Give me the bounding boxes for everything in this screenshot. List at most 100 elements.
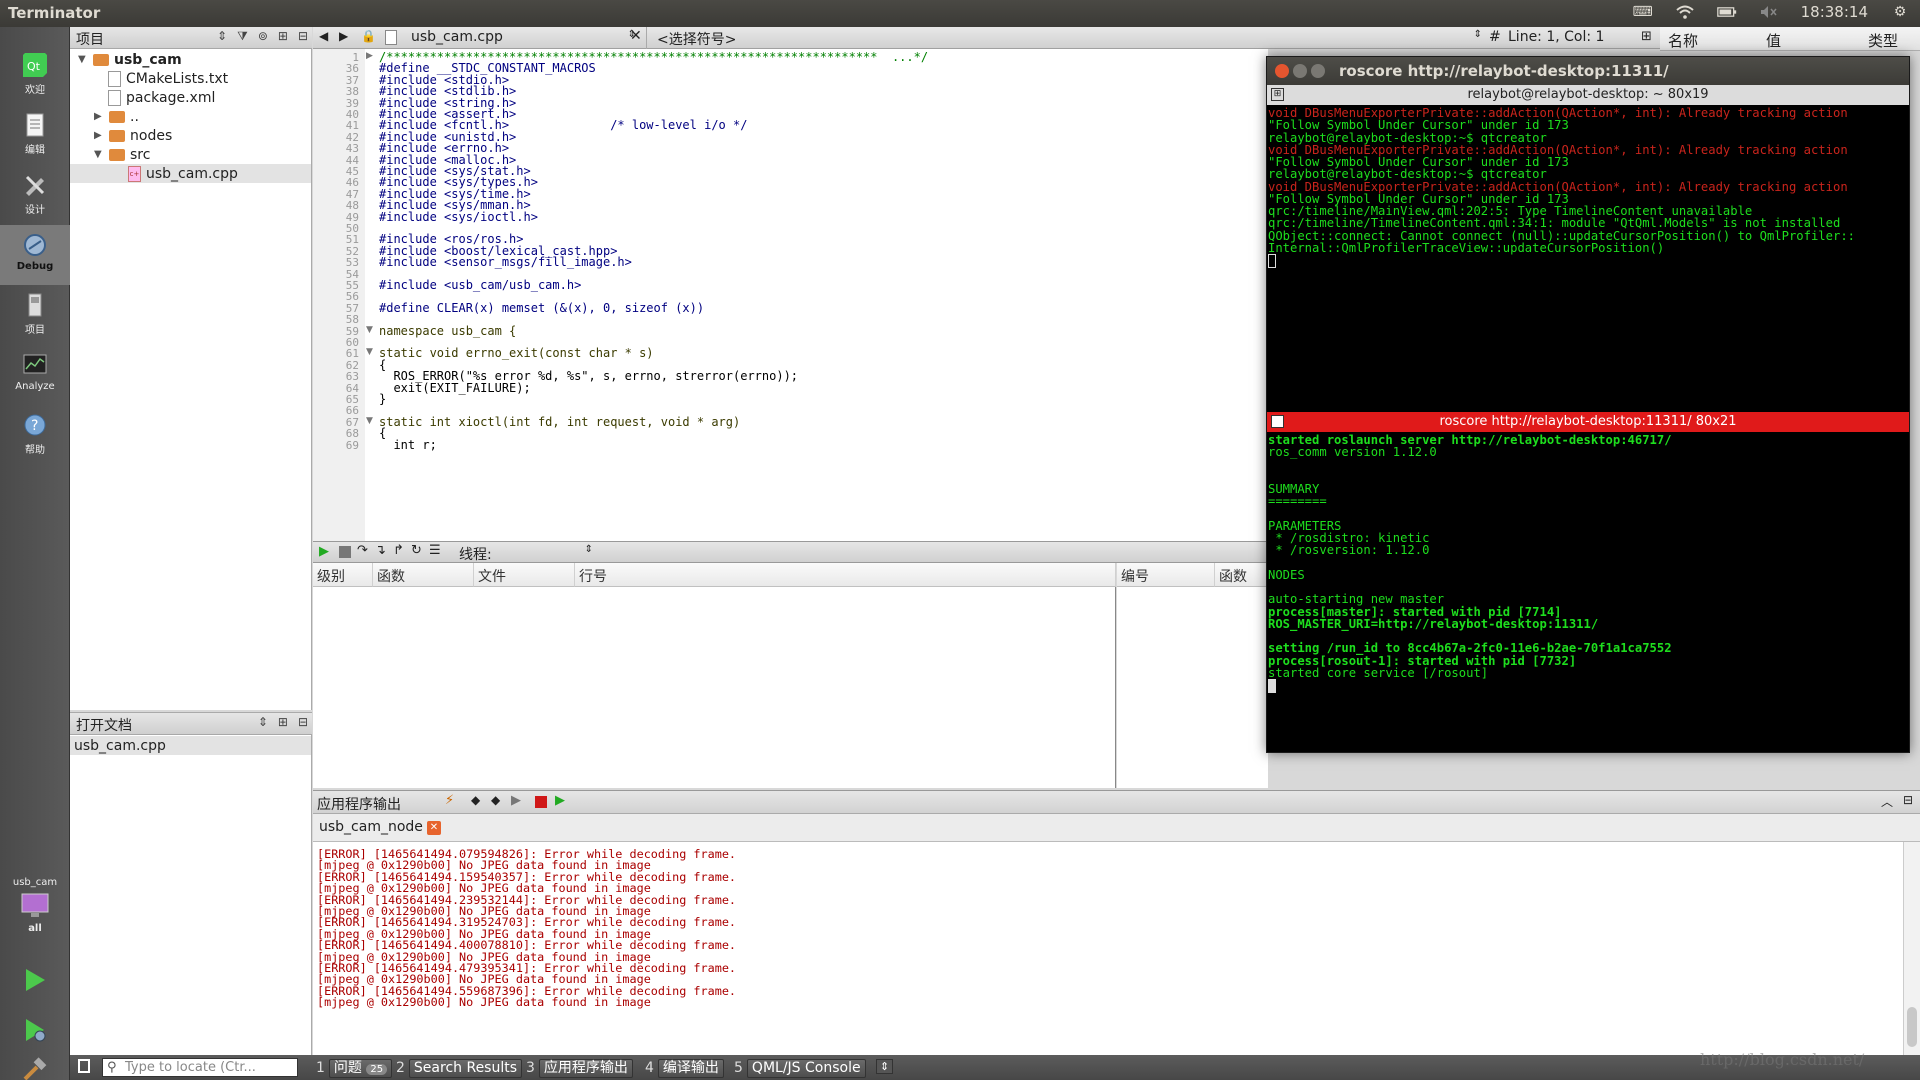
collapsed-arrow-icon[interactable]: ▶ bbox=[94, 111, 104, 122]
code-line[interactable]: #include <usb_cam/usb_cam.h> bbox=[379, 278, 581, 292]
output-scrollbar[interactable] bbox=[1903, 842, 1920, 1055]
wifi-icon[interactable] bbox=[1675, 4, 1695, 20]
nav-forward-icon[interactable]: ▶ bbox=[339, 29, 348, 43]
scrollbar-thumb[interactable] bbox=[1907, 1007, 1917, 1047]
terminator-window[interactable]: roscore http://relaybot-desktop:11311/ ⊞… bbox=[1266, 56, 1910, 753]
build-hammer-icon[interactable] bbox=[22, 1057, 48, 1080]
tab-issues[interactable]: 1 问题 25 bbox=[316, 1058, 393, 1078]
volume-muted-icon[interactable] bbox=[1759, 4, 1779, 20]
close-document-icon[interactable]: ✕ bbox=[630, 28, 642, 44]
expanded-arrow-icon[interactable]: ▼ bbox=[78, 54, 88, 65]
stack-col-level[interactable]: 级别 bbox=[313, 563, 373, 587]
output-tab-usb-cam-node[interactable]: usb_cam_node bbox=[319, 819, 423, 835]
close-pane-icon[interactable]: ⊟ bbox=[298, 29, 308, 44]
more-tabs-icon[interactable]: ⇕ bbox=[876, 1059, 894, 1074]
close-tab-icon[interactable]: ✕ bbox=[427, 821, 441, 835]
collapsed-arrow-icon[interactable]: ▶ bbox=[94, 130, 104, 141]
code-line[interactable]: #include <sys/ioctl.h> bbox=[379, 210, 538, 224]
tree-item-parent-dir[interactable]: ▶ .. bbox=[94, 107, 139, 126]
code-line[interactable]: int r; bbox=[379, 438, 436, 452]
stack-col-file[interactable]: 文件 bbox=[474, 563, 575, 587]
clock[interactable]: 18:38:14 bbox=[1801, 3, 1868, 21]
expanded-arrow-icon[interactable]: ▼ bbox=[94, 149, 104, 160]
fold-marker-icon[interactable]: ▶ bbox=[366, 51, 376, 61]
mode-welcome[interactable]: Qt 欢迎 bbox=[0, 45, 70, 105]
code-line[interactable]: namespace usb_cam { bbox=[379, 324, 516, 338]
document-selector[interactable]: usb_cam.cpp ⇕ bbox=[411, 29, 636, 45]
stack-col-line[interactable]: 行号 bbox=[575, 563, 1116, 587]
bp-col-number[interactable]: 编号 bbox=[1117, 563, 1215, 587]
fold-marker-icon[interactable]: ▼ bbox=[366, 416, 376, 426]
locals-col-value[interactable]: 值 bbox=[1766, 30, 1781, 51]
terminal-group-icon[interactable] bbox=[1271, 415, 1284, 428]
rerun-icon[interactable]: ▶ bbox=[511, 793, 521, 808]
sync-link-icon[interactable]: ⊚ bbox=[258, 29, 268, 44]
mode-debug[interactable]: Debug bbox=[0, 225, 70, 285]
mode-help[interactable]: ? 帮助 bbox=[0, 405, 70, 465]
code-line[interactable]: exit(EXIT_FAILURE); bbox=[379, 381, 530, 395]
tree-item-project-root[interactable]: ▼ usb_cam bbox=[78, 50, 182, 69]
tree-item-nodes[interactable]: ▶ nodes bbox=[94, 126, 172, 145]
debug-attach-icon[interactable]: ▶ bbox=[555, 793, 565, 808]
debug-run-icon[interactable] bbox=[22, 1017, 48, 1043]
maximize-pane-icon[interactable]: ︿ bbox=[1881, 793, 1893, 810]
cursor-position[interactable]: Line: 1, Col: 1 bbox=[1508, 29, 1604, 45]
filter-icon[interactable]: ⧩ bbox=[237, 29, 248, 44]
tab-qml-console[interactable]: 5 QML/JS Console bbox=[734, 1058, 866, 1078]
next-item-icon[interactable]: ◆ bbox=[491, 793, 500, 807]
step-out-icon[interactable]: ↱ bbox=[393, 543, 404, 558]
close-window-icon[interactable] bbox=[1275, 64, 1289, 78]
nav-back-icon[interactable]: ◀ bbox=[319, 29, 328, 43]
application-output[interactable]: [ERROR] [1465641494.079594826]: Error wh… bbox=[313, 842, 1903, 1055]
tab-application-output[interactable]: 3 应用程序输出 bbox=[526, 1058, 633, 1078]
stack-view[interactable]: 级别 函数 文件 行号 bbox=[313, 563, 1116, 788]
toggle-sidebar-icon[interactable] bbox=[78, 1059, 90, 1073]
code-area[interactable]: ▶/**************************************… bbox=[313, 49, 1268, 541]
minimize-window-icon[interactable] bbox=[1293, 64, 1307, 78]
step-over-icon[interactable]: ↷ bbox=[357, 543, 368, 558]
split-editor-icon[interactable]: ⊞ bbox=[1641, 29, 1652, 44]
prev-item-icon[interactable]: ◆ bbox=[471, 793, 480, 807]
close-pane-icon[interactable]: ⊟ bbox=[298, 715, 308, 729]
fold-marker-icon[interactable]: ▼ bbox=[366, 347, 376, 357]
maximize-window-icon[interactable] bbox=[1311, 64, 1325, 78]
battery-icon[interactable] bbox=[1716, 4, 1737, 20]
code-line[interactable]: #include <sensor_msgs/fill_image.h> bbox=[379, 255, 632, 269]
step-into-icon[interactable]: ↴ bbox=[375, 543, 386, 558]
tree-item-package-xml[interactable]: package.xml bbox=[108, 88, 215, 107]
mode-projects[interactable]: 项目 bbox=[0, 285, 70, 345]
continue-icon[interactable]: ▶ bbox=[319, 544, 329, 559]
split-icon[interactable]: ⊞ bbox=[278, 715, 288, 729]
stack-col-function[interactable]: 函数 bbox=[373, 563, 474, 587]
code-line[interactable]: } bbox=[379, 392, 386, 406]
code-line[interactable]: #define CLEAR(x) memset (&(x), 0, sizeof… bbox=[379, 301, 704, 315]
kit-selector[interactable]: usb_cam all bbox=[0, 877, 70, 934]
tree-item-cmakelists[interactable]: CMakeLists.txt bbox=[108, 69, 228, 88]
tree-item-src[interactable]: ▼ src bbox=[94, 145, 150, 164]
stop-output-icon[interactable] bbox=[535, 796, 547, 808]
locals-col-type[interactable]: 类型 bbox=[1868, 30, 1898, 51]
restart-icon[interactable]: ↻ bbox=[411, 543, 422, 558]
menu-icon[interactable]: ☰ bbox=[429, 543, 441, 558]
code-line[interactable]: static int xioctl(int fd, int request, v… bbox=[379, 415, 740, 429]
terminal-pane2[interactable]: started roslaunch server http://relaybot… bbox=[1267, 432, 1909, 752]
dropdown-icon[interactable]: ⇕ bbox=[258, 715, 268, 729]
mode-analyze[interactable]: Analyze bbox=[0, 345, 70, 405]
locals-col-name[interactable]: 名称 bbox=[1668, 30, 1698, 51]
tab-compile-output[interactable]: 4 编译输出 bbox=[645, 1058, 724, 1078]
terminal-pane1[interactable]: void DBusMenuExporterPrivate::addAction(… bbox=[1267, 105, 1909, 460]
code-line[interactable]: static void errno_exit(const char * s) bbox=[379, 346, 654, 360]
open-doc-item[interactable]: usb_cam.cpp bbox=[70, 736, 311, 755]
stop-debug-icon[interactable] bbox=[339, 546, 351, 558]
fold-marker-icon[interactable]: ▼ bbox=[366, 325, 376, 335]
view-selector-icon[interactable]: ⇕ bbox=[217, 29, 227, 44]
terminal-titlebar[interactable]: roscore http://relaybot-desktop:11311/ bbox=[1267, 57, 1909, 85]
settings-gear-icon[interactable]: ⚙ bbox=[1890, 4, 1910, 20]
tab-search-results[interactable]: 2 Search Results bbox=[396, 1058, 523, 1078]
mode-design[interactable]: 设计 bbox=[0, 165, 70, 225]
breakpoints-view[interactable]: 编号 函数 bbox=[1117, 563, 1275, 788]
split-icon[interactable]: ⊞ bbox=[278, 29, 288, 44]
attach-icon[interactable]: ⚡ bbox=[445, 793, 454, 808]
terminal-pane1-titlebar[interactable]: ⊞ relaybot@relaybot-desktop: ~ 80x19 bbox=[1267, 85, 1909, 105]
locate-input[interactable]: ⚲ Type to locate (Ctr... bbox=[102, 1058, 298, 1077]
